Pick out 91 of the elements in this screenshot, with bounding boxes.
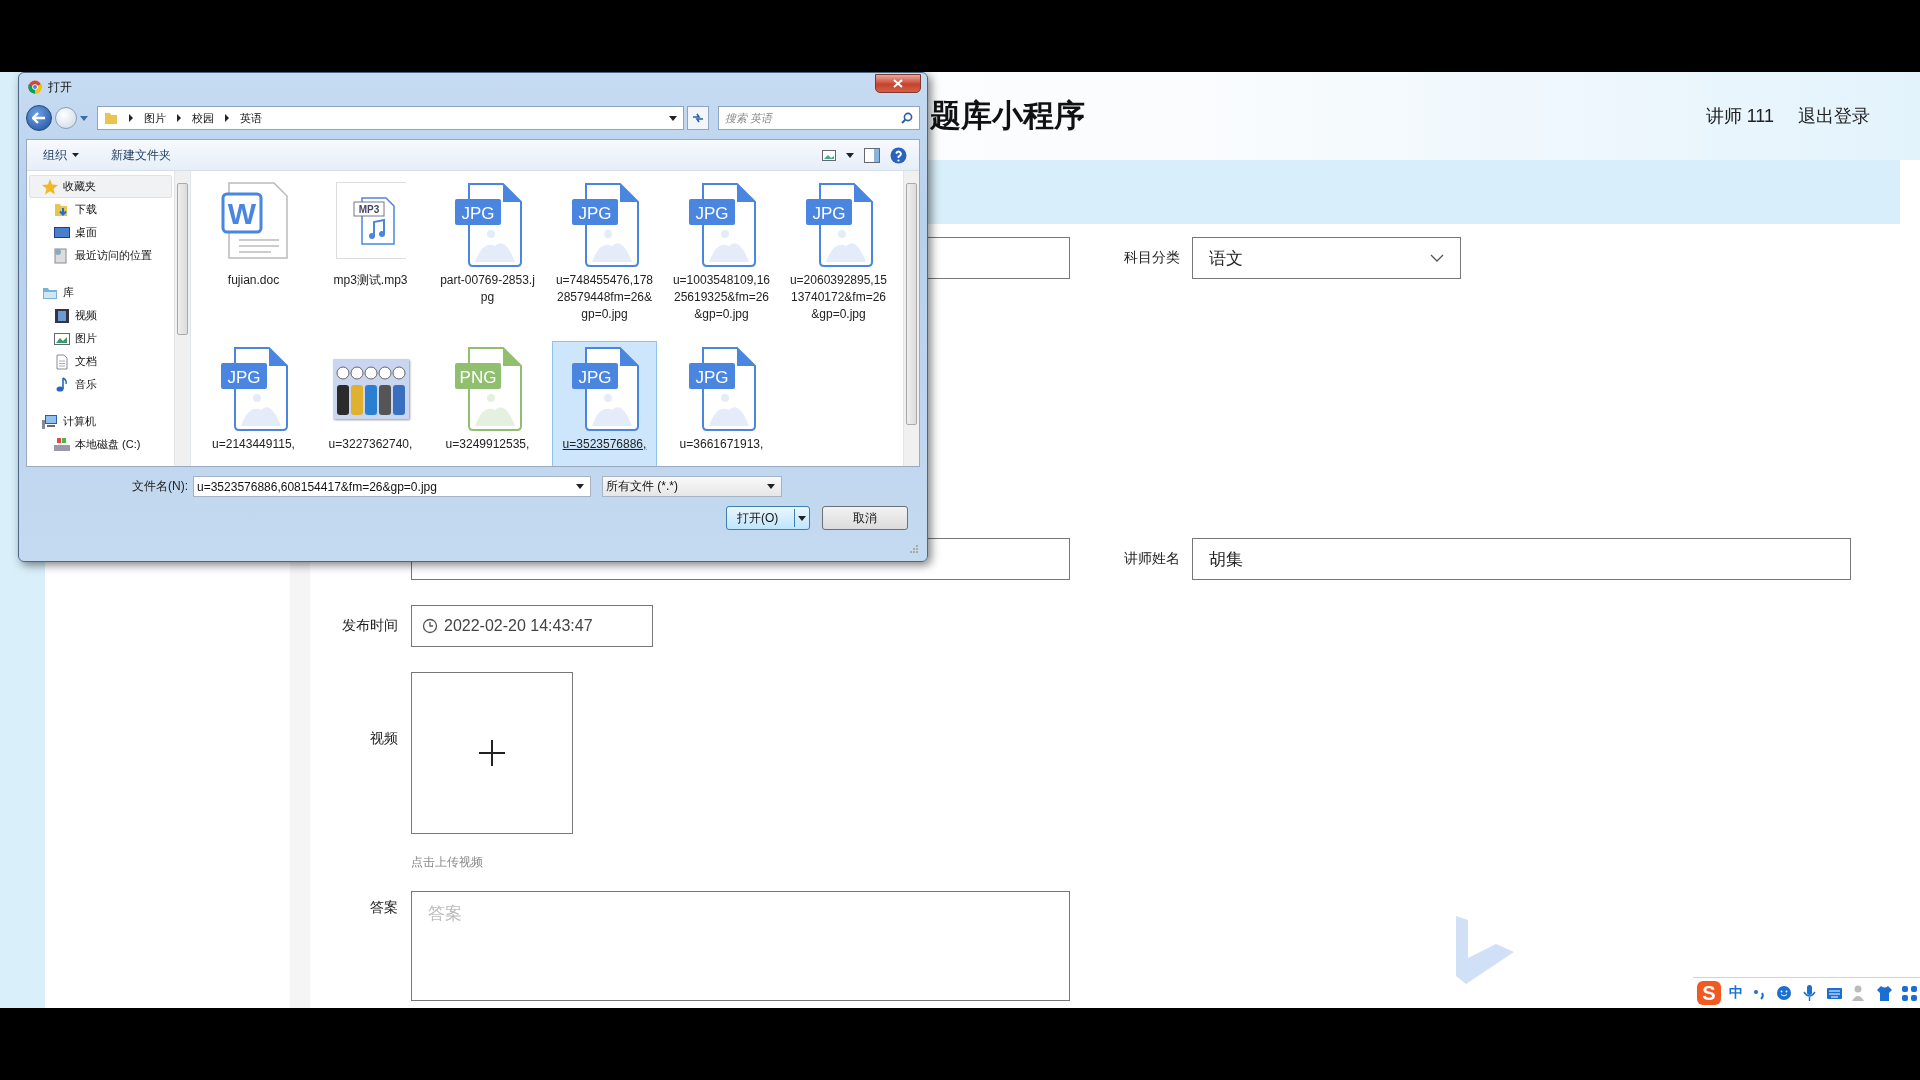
nav-item[interactable]: 本地磁盘 (C:) <box>41 433 172 456</box>
grid-icon[interactable] <box>1901 984 1918 1002</box>
file-item[interactable]: W fujian.doc <box>201 177 306 341</box>
star-icon <box>42 178 58 195</box>
chevron-right-icon <box>224 114 230 122</box>
caret-down-icon <box>798 515 806 521</box>
image-icon <box>54 330 70 347</box>
nav-item[interactable]: 收藏夹 <box>29 175 172 198</box>
subject-select[interactable]: 语文 <box>1192 237 1461 279</box>
caret-down-icon[interactable] <box>846 152 854 158</box>
back-button[interactable] <box>26 105 52 131</box>
recent-places-icon <box>54 247 70 264</box>
music-note-icon <box>54 376 70 393</box>
nav-item[interactable]: 视频 <box>41 304 172 327</box>
field-label: 科目分类 <box>1123 249 1180 267</box>
close-icon <box>893 79 903 88</box>
caret-down-icon <box>72 153 79 157</box>
open-button[interactable]: 打开(O) <box>726 506 810 530</box>
nav-item[interactable]: 最近访问的位置 <box>41 244 172 267</box>
text-field[interactable]: 胡集 <box>1192 538 1851 580</box>
scrollbar[interactable] <box>903 171 919 466</box>
breadcrumb-item[interactable]: 英语 <box>240 110 262 126</box>
file-item[interactable]: JPG u=1003548109,1625619325&fm=26&gp=0.jpg <box>669 177 774 341</box>
smiley-icon[interactable] <box>1776 984 1793 1002</box>
language-mode-toggle[interactable]: 中 <box>1729 984 1743 1002</box>
file-item[interactable]: PNG u=3249912535, <box>435 341 540 466</box>
file-item[interactable]: JPG u=3661671913, <box>669 341 774 466</box>
field-label: 发布时间 <box>341 617 398 635</box>
field-label: 答案 <box>369 899 398 917</box>
search-field[interactable]: 搜索 英语 <box>718 106 920 130</box>
help-icon[interactable] <box>890 146 907 164</box>
breadcrumb-item[interactable]: 图片 <box>144 110 166 126</box>
chevron-right-icon <box>128 114 134 122</box>
nav-item[interactable]: 计算机 <box>29 410 172 433</box>
chevron-down-icon <box>1430 254 1444 262</box>
file-item[interactable]: u=3227362740, <box>318 341 423 466</box>
file-item[interactable]: JPG u=3523576886, <box>552 341 657 466</box>
upload-hint: 点击上传视频 <box>411 854 484 871</box>
file-item[interactable]: MP3 mp3测试.mp3 <box>318 177 423 341</box>
logout-link[interactable]: 退出登录 <box>1798 104 1870 128</box>
refresh-button[interactable] <box>687 106 709 130</box>
view-icon[interactable] <box>822 149 836 161</box>
chevron-right-icon <box>176 114 182 122</box>
film-icon <box>54 307 70 324</box>
file-item[interactable]: JPG u=2060392895,1513740172&fm=26&gp=0.jpg <box>786 177 891 341</box>
shirt-icon[interactable] <box>1876 984 1893 1002</box>
user-name: 讲师 111 <box>1705 105 1774 128</box>
document-icon <box>54 353 70 370</box>
scrollbar[interactable] <box>174 171 190 466</box>
file-item[interactable]: JPG u=748455476,17828579448fm=26&gp=0.jpg <box>552 177 657 341</box>
resize-grip-icon <box>910 545 918 553</box>
monitor-icon <box>54 224 70 241</box>
refresh-icon <box>691 112 705 124</box>
download-folder-icon <box>54 201 70 218</box>
caret-down-icon[interactable] <box>669 115 677 121</box>
cancel-button[interactable]: 取消 <box>822 506 908 530</box>
upload-box[interactable] <box>411 672 573 834</box>
close-button[interactable] <box>875 74 921 93</box>
field-label: 文件名(N): <box>131 478 188 495</box>
caret-down-icon <box>576 484 584 489</box>
answer-field[interactable]: 答案 <box>411 891 1070 1001</box>
caret-down-icon <box>767 484 775 489</box>
nav-item[interactable]: 图片 <box>41 327 172 350</box>
date-field[interactable]: 2022-02-20 14:43:47 <box>411 605 653 647</box>
clock-icon <box>422 618 438 634</box>
window-title: 打开 <box>48 78 72 96</box>
computer-icon <box>42 413 58 430</box>
nav-item[interactable]: 桌面 <box>41 221 172 244</box>
app-icon <box>28 80 42 94</box>
new-folder-button[interactable]: 新建文件夹 <box>107 144 175 166</box>
organize-menu[interactable]: 组织 <box>39 144 83 166</box>
file-item[interactable]: JPG u=2143449115, <box>201 341 306 466</box>
search-icon <box>901 112 913 124</box>
arrow-left-icon <box>32 112 46 124</box>
drive-icon <box>54 436 70 453</box>
plus-icon <box>479 740 505 766</box>
microphone-icon[interactable] <box>1801 984 1818 1002</box>
folder-icon <box>104 111 118 125</box>
file-item[interactable]: JPG part-00769-2853.jpg <box>435 177 540 341</box>
page-title: 题库小程序 <box>930 97 1085 135</box>
breadcrumb-item[interactable]: 校园 <box>192 110 214 126</box>
nav-item[interactable]: 下载 <box>41 198 172 221</box>
nav-item[interactable]: 文档 <box>41 350 172 373</box>
address-bar[interactable]: 图片 校园 英语 <box>97 106 684 130</box>
field-label: 视频 <box>369 730 398 748</box>
filename-field[interactable]: u=3523576886,608154417&fm=26&gp=0.jpg <box>193 476 591 497</box>
file-type-select[interactable]: 所有文件 (*.*) <box>602 476 782 497</box>
nav-item[interactable]: 音乐 <box>41 373 172 396</box>
preview-pane-icon[interactable] <box>864 147 880 163</box>
nav-item[interactable]: 库 <box>29 281 172 304</box>
field-label: 讲师姓名 <box>1123 550 1180 568</box>
